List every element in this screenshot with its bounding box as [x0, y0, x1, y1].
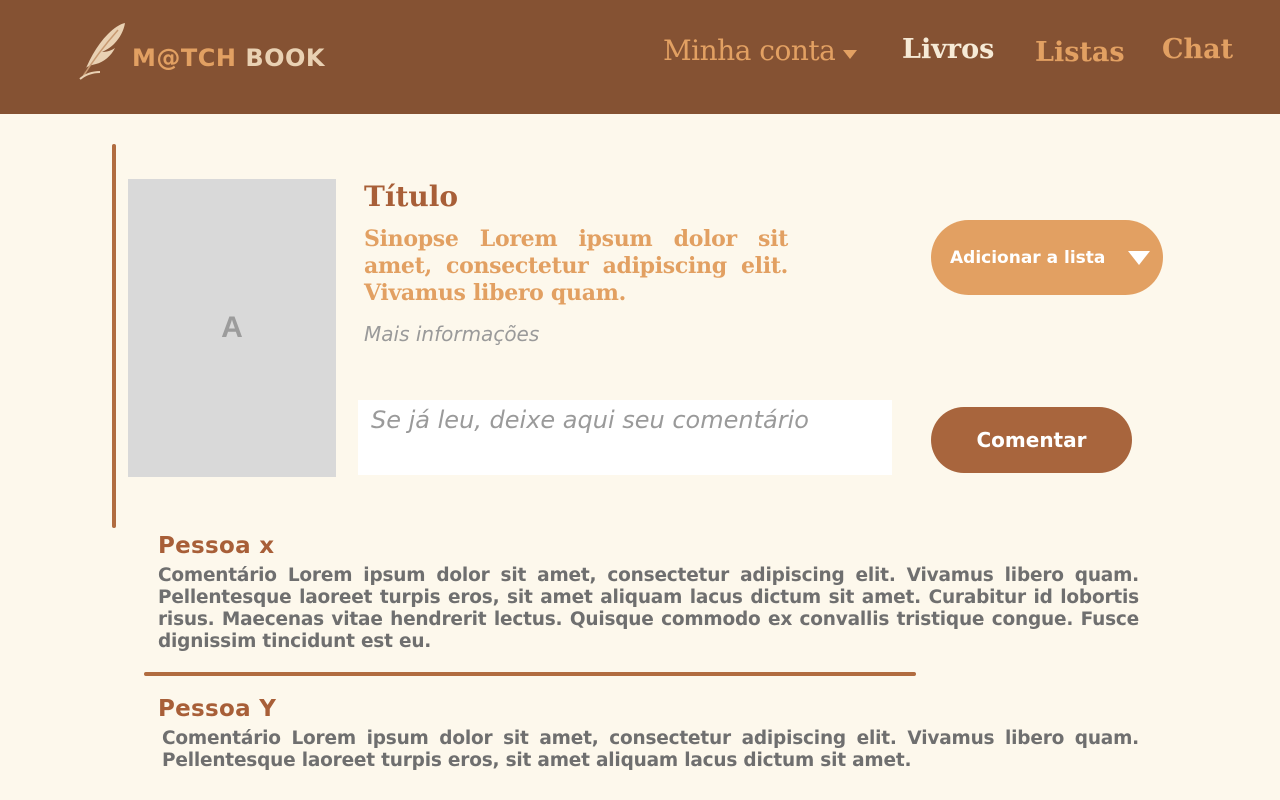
- book-cover-letter: A: [221, 311, 243, 344]
- submit-comment-button[interactable]: Comentar: [931, 407, 1132, 473]
- comment-author: Pessoa x: [158, 533, 275, 559]
- nav-lists-link[interactable]: Listas: [1035, 37, 1125, 68]
- comment-input[interactable]: [358, 400, 892, 475]
- nav-chat-link[interactable]: Chat: [1162, 34, 1233, 65]
- comment-author: Pessoa Y: [158, 696, 277, 722]
- book-synopsis: Sinopse Lorem ipsum dolor sit amet, cons…: [364, 226, 788, 306]
- add-to-list-button[interactable]: Adicionar a lista: [931, 220, 1163, 295]
- feather-quill-icon: [79, 23, 125, 80]
- comment-divider: [144, 672, 916, 676]
- book-cover-placeholder: A: [128, 179, 336, 477]
- triangle-down-icon: [1128, 251, 1150, 265]
- nav-books-link[interactable]: Livros: [902, 34, 994, 65]
- more-info-link[interactable]: Mais informações: [364, 322, 539, 346]
- app-name-light: BOOK: [245, 44, 326, 72]
- app-name-accent: M@TCH: [132, 44, 237, 72]
- book-title: Título: [364, 180, 459, 213]
- top-navbar: M@TCH BOOK Minha conta Livros Listas Cha…: [0, 0, 1280, 114]
- comment-text: Comentário Lorem ipsum dolor sit amet, c…: [162, 728, 1139, 771]
- nav-account-menu[interactable]: Minha conta: [663, 34, 836, 67]
- app-name: M@TCH BOOK: [132, 44, 325, 72]
- add-to-list-label: Adicionar a lista: [950, 248, 1106, 268]
- caret-down-icon[interactable]: [843, 50, 857, 59]
- comment-text: Comentário Lorem ipsum dolor sit amet, c…: [158, 565, 1139, 652]
- section-accent-line: [112, 144, 116, 528]
- app-logo[interactable]: M@TCH BOOK: [78, 22, 325, 80]
